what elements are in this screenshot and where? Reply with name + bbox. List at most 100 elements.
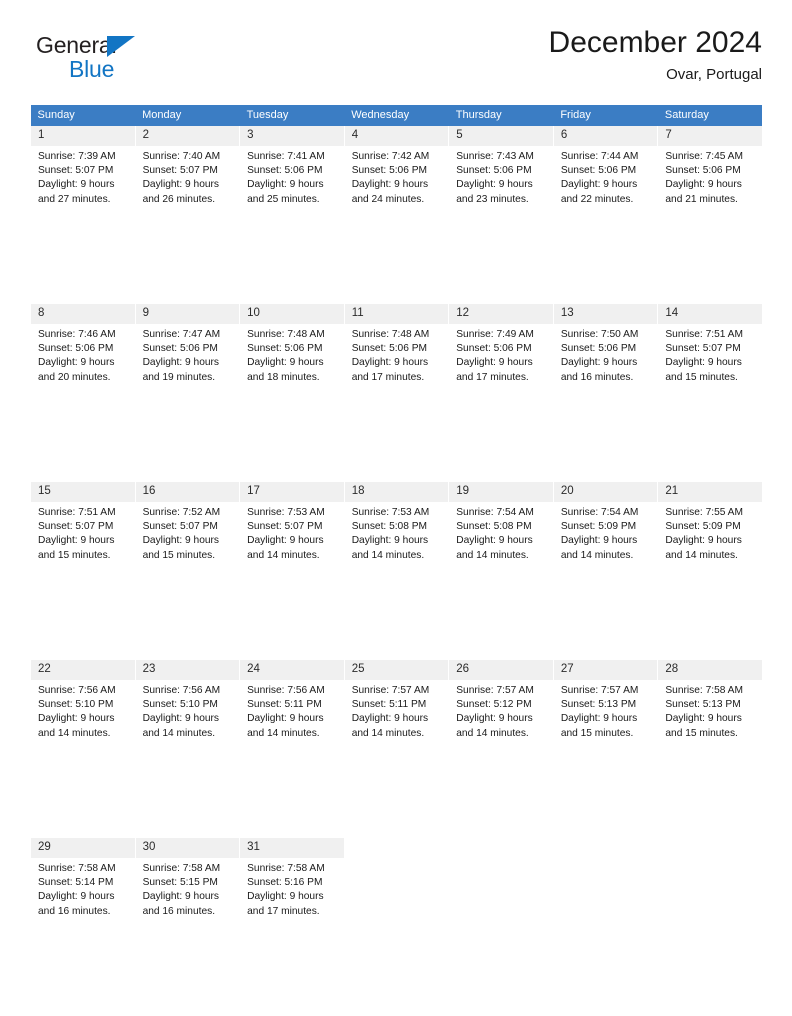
daylight-duration: and 23 minutes. [456,193,529,205]
daylight-duration: Daylight: 9 hours [456,357,533,369]
daylight-duration: and 15 minutes. [560,727,634,739]
day-number: 14 [658,304,762,324]
calendar-day-cell[interactable]: 25 Sunrise: 7:57 AM Sunset: 5:11 PM Dayligh… [343,660,450,749]
day-details: Sunrise: 7:51 AM Sunset: 5:07 PM Daylight:… [31,502,135,563]
calendar-day-cell[interactable]: 24 Sunrise: 7:56 AM Sunset: 5:11 PM Dayligh… [239,660,345,749]
daylight-duration: Daylight: 9 hours [247,179,324,191]
calendar-day-cell[interactable]: 20 Sunrise: 7:54 AM Sunset: 5:09 PM Dayligh… [552,482,659,571]
daylight-duration: and 14 minutes. [456,727,529,739]
page-header: General Blue December 2024 Ovar, Portuga… [30,24,762,100]
calendar-day-cell[interactable]: 30 Sunrise: 7:58 AM Sunset: 5:15 PM Dayligh… [134,838,241,927]
daylight-duration: Daylight: 9 hours [38,179,115,191]
calendar-day-cell[interactable]: 31 Sunrise: 7:58 AM Sunset: 5:16 PM Dayligh… [239,838,345,927]
sunrise-time: Sunrise: 7:48 AM [351,329,430,340]
calendar-day-cell[interactable]: 8 Sunrise: 7:46 AM Sunset: 5:06 PM Daylight… [30,304,136,393]
calendar-day-cell[interactable]: 18 Sunrise: 7:53 AM Sunset: 5:08 PM Dayligh… [343,482,450,571]
calendar-day-cell[interactable]: 5 Sunrise: 7:43 AM Sunset: 5:06 PM Daylight… [448,126,554,215]
day-number: 25 [344,660,449,680]
sunset-time: Sunset: 5:06 PM [560,165,637,177]
calendar-day-cell[interactable]: 1 Sunrise: 7:39 AM Sunset: 5:07 PM Daylight… [30,126,136,215]
calendar-day-cell[interactable]: 26 Sunrise: 7:57 AM Sunset: 5:12 PM Dayligh… [448,660,554,749]
day-number: 4 [344,126,449,146]
day-details: Sunrise: 7:47 AM Sunset: 5:06 PM Daylight:… [136,324,240,385]
calendar-day-cell[interactable]: 17 Sunrise: 7:53 AM Sunset: 5:07 PM Dayligh… [239,482,345,571]
daylight-duration: Daylight: 9 hours [665,535,742,547]
day-details: Sunrise: 7:41 AM Sunset: 5:06 PM Daylight:… [240,146,344,207]
calendar-week-row: 1 Sunrise: 7:39 AM Sunset: 5:07 PM Daylight… [30,126,763,215]
calendar-day-cell[interactable]: 11 Sunrise: 7:48 AM Sunset: 5:06 PM Dayligh… [343,304,450,393]
daylight-duration: Daylight: 9 hours [351,357,429,369]
day-number: 10 [240,304,344,324]
day-details: Sunrise: 7:43 AM Sunset: 5:06 PM Daylight:… [449,146,553,207]
calendar-day-cell[interactable]: 23 Sunrise: 7:56 AM Sunset: 5:10 PM Dayligh… [134,660,241,749]
week-separator [30,749,763,838]
day-number: 2 [135,126,240,146]
daylight-duration: and 15 minutes. [38,549,111,561]
day-details: Sunrise: 7:44 AM Sunset: 5:06 PM Daylight:… [554,146,658,207]
daylight-duration: and 14 minutes. [247,549,320,561]
calendar-day-cell[interactable]: 3 Sunrise: 7:41 AM Sunset: 5:06 PM Daylight… [239,126,345,215]
sunrise-time: Sunrise: 7:51 AM [665,329,743,340]
calendar-day-cell[interactable]: 13 Sunrise: 7:50 AM Sunset: 5:06 PM Dayligh… [552,304,659,393]
sunset-time: Sunset: 5:07 PM [142,165,218,177]
day-details: Sunrise: 7:48 AM Sunset: 5:06 PM Daylight:… [345,324,449,385]
daylight-duration: and 18 minutes. [247,371,320,383]
sunset-time: Sunset: 5:06 PM [456,343,532,355]
calendar-day-cell[interactable]: 15 Sunrise: 7:51 AM Sunset: 5:07 PM Dayligh… [30,482,136,571]
sunset-time: Sunset: 5:07 PM [38,521,114,533]
sunset-time: Sunset: 5:06 PM [247,343,323,355]
calendar-day-cell[interactable]: 28 Sunrise: 7:58 AM Sunset: 5:13 PM Dayligh… [657,660,763,749]
daylight-duration: Daylight: 9 hours [247,357,324,369]
daylight-duration: Daylight: 9 hours [142,179,220,191]
calendar-day-cell[interactable]: 19 Sunrise: 7:54 AM Sunset: 5:08 PM Dayligh… [448,482,554,571]
daylight-duration: Daylight: 9 hours [38,891,115,903]
weekday-header-wednesday: Wednesday [344,105,449,126]
sunset-time: Sunset: 5:06 PM [247,165,323,177]
day-details: Sunrise: 7:58 AM Sunset: 5:16 PM Daylight:… [240,858,344,919]
sunrise-time: Sunrise: 7:54 AM [560,507,639,518]
sunrise-time: Sunrise: 7:57 AM [351,685,430,696]
calendar-day-cell[interactable]: 7 Sunrise: 7:45 AM Sunset: 5:06 PM Daylight… [657,126,763,215]
daylight-duration: Daylight: 9 hours [665,179,742,191]
weekday-header-monday: Monday [135,105,240,126]
daylight-duration: and 17 minutes. [456,371,529,383]
location-subtitle: Ovar, Portugal [666,66,762,83]
daylight-duration: and 15 minutes. [665,727,738,739]
day-details: Sunrise: 7:45 AM Sunset: 5:06 PM Daylight:… [658,146,762,207]
sunrise-time: Sunrise: 7:51 AM [38,507,116,518]
daylight-duration: Daylight: 9 hours [456,535,533,547]
day-details: Sunrise: 7:55 AM Sunset: 5:09 PM Daylight:… [658,502,762,563]
calendar-body: 1 Sunrise: 7:39 AM Sunset: 5:07 PM Daylight… [30,126,763,1016]
calendar-day-cell[interactable]: 9 Sunrise: 7:47 AM Sunset: 5:06 PM Daylight… [134,304,241,393]
day-number: 5 [449,126,553,146]
calendar-day-cell[interactable]: 10 Sunrise: 7:48 AM Sunset: 5:06 PM Dayligh… [239,304,345,393]
day-number: 1 [31,126,135,146]
calendar-day-cell[interactable]: 12 Sunrise: 7:49 AM Sunset: 5:06 PM Dayligh… [448,304,554,393]
sunrise-time: Sunrise: 7:55 AM [665,507,743,518]
sunset-time: Sunset: 5:06 PM [456,165,532,177]
sunrise-time: Sunrise: 7:44 AM [560,151,639,162]
calendar-day-cell[interactable]: 29 Sunrise: 7:58 AM Sunset: 5:14 PM Dayligh… [30,838,136,927]
calendar-empty-cell [343,838,450,927]
calendar-day-cell[interactable]: 21 Sunrise: 7:55 AM Sunset: 5:09 PM Dayligh… [657,482,763,571]
day-number: 3 [240,126,344,146]
day-details: Sunrise: 7:54 AM Sunset: 5:08 PM Daylight:… [449,502,553,563]
calendar-day-cell[interactable]: 16 Sunrise: 7:52 AM Sunset: 5:07 PM Dayligh… [134,482,241,571]
calendar-day-cell[interactable]: 27 Sunrise: 7:57 AM Sunset: 5:13 PM Dayligh… [552,660,659,749]
calendar-day-cell[interactable]: 6 Sunrise: 7:44 AM Sunset: 5:06 PM Daylight… [552,126,659,215]
calendar-day-cell[interactable]: 22 Sunrise: 7:56 AM Sunset: 5:10 PM Dayligh… [30,660,136,749]
day-number: 28 [658,660,762,680]
daylight-duration: and 20 minutes. [38,371,111,383]
calendar-week-row: 15 Sunrise: 7:51 AM Sunset: 5:07 PM Dayligh… [30,482,763,571]
daylight-duration: Daylight: 9 hours [142,891,220,903]
calendar-day-cell[interactable]: 4 Sunrise: 7:42 AM Sunset: 5:06 PM Daylight… [343,126,450,215]
calendar-day-cell[interactable]: 14 Sunrise: 7:51 AM Sunset: 5:07 PM Dayligh… [657,304,763,393]
sunrise-sunset-calendar: Sunday Monday Tuesday Wednesday Thursday… [30,105,763,1016]
calendar-day-cell[interactable]: 2 Sunrise: 7:40 AM Sunset: 5:07 PM Daylight… [134,126,241,215]
day-number [553,838,658,858]
day-number: 19 [449,482,553,502]
day-number: 11 [344,304,449,324]
daylight-duration: and 14 minutes. [142,727,216,739]
week-separator-line [30,215,763,304]
daylight-duration: Daylight: 9 hours [247,535,324,547]
